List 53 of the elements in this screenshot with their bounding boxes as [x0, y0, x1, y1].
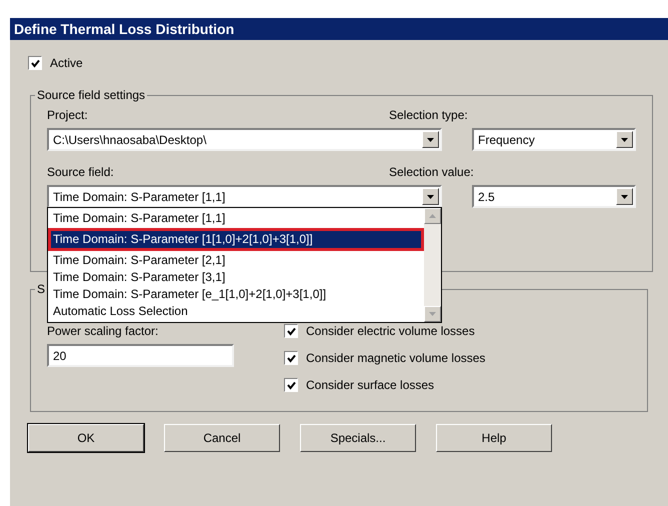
caret-icon — [427, 138, 434, 142]
dropdown-option[interactable]: Time Domain: S-Parameter [1,1] — [51, 210, 421, 227]
checkbox-label: Consider magnetic volume losses — [306, 350, 486, 367]
checkbox[interactable] — [284, 378, 298, 392]
dropdown-option[interactable]: Time Domain: S-Parameter [1[1,0]+2[1,0]+3[1,0]] — [51, 231, 421, 248]
dropdown-option[interactable]: Time Domain: S-Parameter [e_1[1,0]+2[1,0]+3[1,0]] — [51, 286, 421, 303]
checkbox[interactable] — [284, 324, 298, 338]
caret-icon — [621, 194, 628, 198]
group-title: S — [36, 281, 46, 298]
scrollbar[interactable] — [424, 208, 441, 322]
field-label: Selection type: — [389, 107, 468, 124]
field-label: Source field: — [47, 164, 114, 181]
combo-value: C:\Users\hnaosaba\Desktop\ — [52, 132, 208, 148]
input-value: 20 — [53, 348, 66, 364]
field-label: Project: — [47, 107, 88, 124]
window-title: Define Thermal Loss Distribution — [14, 20, 234, 38]
dropdown-button[interactable] — [616, 188, 633, 205]
dialog-button[interactable]: Specials... — [300, 424, 416, 452]
combo-value: 2.5 — [477, 188, 496, 206]
checkbox[interactable] — [28, 56, 42, 70]
check-icon — [286, 354, 296, 362]
field-label: Power scaling factor: — [47, 323, 160, 340]
dialog-button[interactable]: Help — [436, 424, 552, 452]
dialog-button[interactable]: OK — [28, 424, 144, 452]
check-icon — [286, 326, 296, 336]
source-field-combo[interactable]: Time Domain: S-Parameter [1,1] — [47, 185, 442, 208]
selection-type-combo[interactable]: Frequency — [472, 128, 636, 151]
checkbox[interactable] — [284, 351, 298, 365]
project-combo[interactable]: C:\Users\hnaosaba\Desktop\ — [47, 128, 442, 151]
checkbox-label: Consider surface losses — [306, 377, 434, 394]
caret-icon — [427, 194, 434, 198]
caret-icon — [429, 312, 436, 316]
scroll-up-button[interactable] — [424, 208, 441, 224]
dialog-button[interactable]: Cancel — [164, 424, 280, 452]
checkbox-label: Consider electric volume losses — [306, 323, 475, 340]
caret-icon — [429, 214, 436, 218]
combo-value: Time Domain: S-Parameter [1,1] — [52, 188, 226, 206]
group-title: Source field settings — [36, 87, 146, 104]
caret-icon — [621, 138, 628, 142]
dropdown-button[interactable] — [422, 131, 439, 148]
dropdown-option[interactable]: Time Domain: S-Parameter [2,1] — [51, 252, 421, 269]
selection-value-combo[interactable]: 2.5 — [472, 185, 636, 208]
check-icon — [30, 58, 40, 68]
dropdown-option[interactable]: Time Domain: S-Parameter [3,1] — [51, 269, 421, 286]
dropdown-button[interactable] — [422, 188, 439, 205]
dropdown-option[interactable]: Automatic Loss Selection — [51, 303, 421, 320]
dropdown-button[interactable] — [616, 131, 633, 148]
checkbox-label: Active — [50, 55, 83, 72]
combo-value: Frequency — [477, 132, 536, 148]
field-label: Selection value: — [389, 164, 474, 181]
scroll-down-button[interactable] — [424, 306, 441, 322]
power-scaling-input[interactable]: 20 — [47, 344, 234, 367]
check-icon — [286, 380, 296, 390]
